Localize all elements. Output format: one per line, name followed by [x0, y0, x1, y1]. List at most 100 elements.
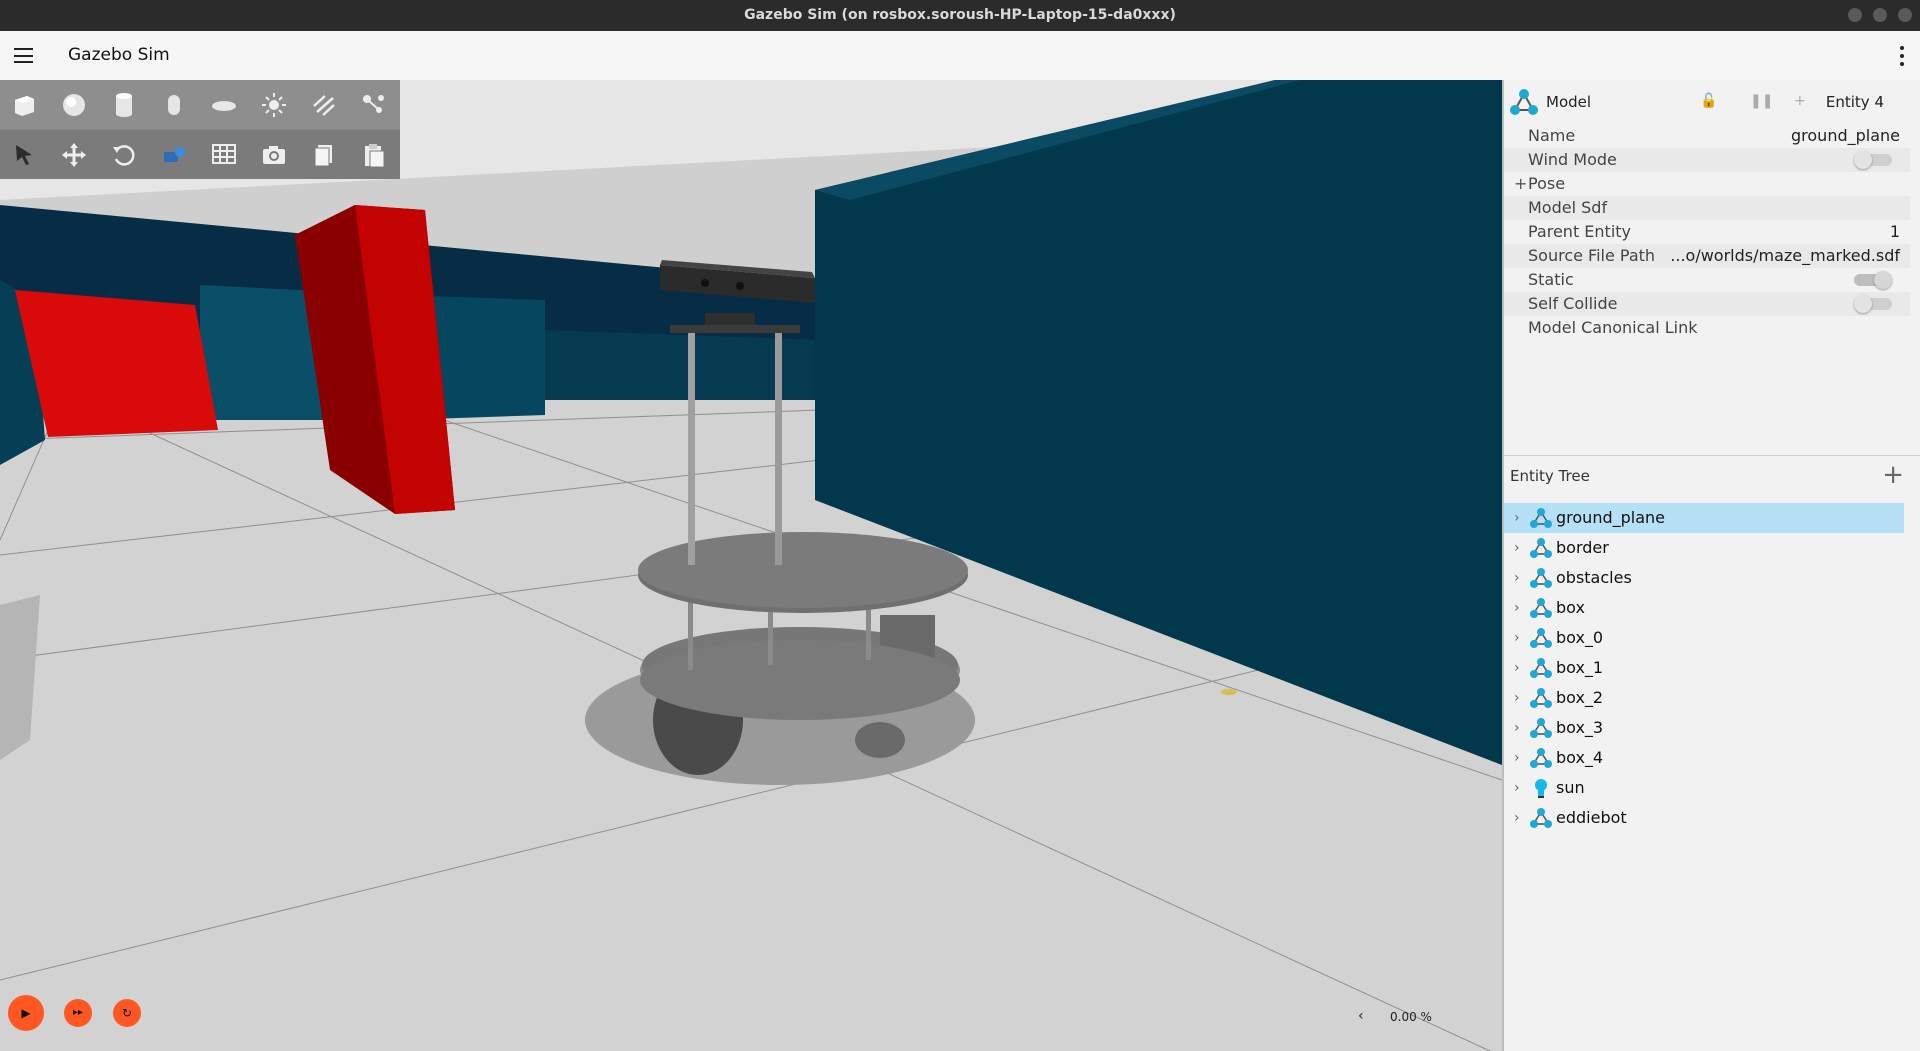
- close-button[interactable]: [1898, 8, 1912, 22]
- inspector-type-label: Model: [1546, 93, 1592, 111]
- scene-3d-viewport[interactable]: [0, 80, 1502, 1051]
- model-icon: [1530, 568, 1552, 588]
- tree-item-box-2[interactable]: › box_2: [1504, 683, 1904, 713]
- tree-item-box-0[interactable]: › box_0: [1504, 623, 1904, 653]
- sphere-icon[interactable]: [59, 90, 89, 120]
- prop-wind-mode: Wind Mode: [1504, 148, 1910, 172]
- prop-parent-entity-value: 1: [1889, 222, 1900, 241]
- maximize-button[interactable]: [1873, 8, 1887, 22]
- entity-id-label: Entity 4: [1825, 93, 1884, 111]
- scene-toolbar: [0, 80, 400, 179]
- tree-item-box-4[interactable]: › box_4: [1504, 743, 1904, 773]
- add-entity-icon[interactable]: +: [1882, 460, 1904, 490]
- transform-toolbar: [0, 130, 400, 179]
- tree-item-label: box_0: [1556, 628, 1604, 647]
- expand-chevron-icon[interactable]: ›: [1514, 713, 1520, 743]
- spot-light-icon[interactable]: [359, 90, 389, 120]
- model-icon: [1530, 538, 1552, 558]
- tree-item-label: eddiebot: [1556, 808, 1627, 827]
- prop-model-sdf: Model Sdf: [1504, 196, 1910, 220]
- pose-expand-icon[interactable]: +: [1514, 172, 1527, 196]
- model-icon: [1510, 89, 1538, 115]
- lock-icon[interactable]: 🔓: [1700, 93, 1717, 109]
- expand-chevron-icon[interactable]: ›: [1514, 593, 1520, 623]
- prop-source-file-path: Source File Path ...o/worlds/maze_marked…: [1504, 244, 1910, 268]
- tree-item-eddiebot[interactable]: › eddiebot: [1504, 803, 1904, 833]
- tree-item-box-3[interactable]: › box_3: [1504, 713, 1904, 743]
- wind-mode-toggle[interactable]: [1854, 151, 1892, 169]
- rotate-icon[interactable]: [109, 140, 139, 170]
- expand-chevron-icon[interactable]: ›: [1514, 803, 1520, 833]
- right-panel: Model 🔓 ❚❚ + Entity 4 Name ground_plane …: [1502, 80, 1920, 1051]
- sun-light-icon[interactable]: [259, 90, 289, 120]
- window-titlebar: Gazebo Sim (on rosbox.soroush-HP-Laptop-…: [0, 0, 1920, 31]
- tree-item-label: box: [1556, 598, 1585, 617]
- copy-icon[interactable]: [309, 140, 339, 170]
- prop-name-value: ground_plane: [1791, 126, 1900, 145]
- tree-item-label: ground_plane: [1556, 508, 1665, 527]
- expand-chevron-icon[interactable]: ›: [1514, 773, 1520, 803]
- model-icon: [1530, 688, 1552, 708]
- tree-item-label: sun: [1556, 778, 1585, 797]
- box-icon[interactable]: [9, 90, 39, 120]
- entity-tree-title: Entity Tree: [1510, 467, 1590, 485]
- scene-render: [0, 80, 1502, 1051]
- prop-static: Static: [1504, 268, 1910, 292]
- tree-item-label: box_4: [1556, 748, 1604, 767]
- paste-icon[interactable]: [359, 140, 389, 170]
- capsule-icon[interactable]: [159, 90, 189, 120]
- minimize-button[interactable]: [1848, 8, 1862, 22]
- tree-item-box-1[interactable]: › box_1: [1504, 653, 1904, 683]
- model-icon: [1530, 628, 1552, 648]
- play-button[interactable]: ▶: [8, 995, 44, 1031]
- expand-chevron-icon[interactable]: ›: [1514, 503, 1520, 533]
- tree-item-border[interactable]: › border: [1504, 533, 1904, 563]
- self-collide-toggle[interactable]: [1854, 295, 1892, 313]
- directional-light-icon[interactable]: [309, 90, 339, 120]
- light-bulb-icon: [1535, 779, 1547, 798]
- rtf-collapse-arrow[interactable]: ‹: [1358, 1008, 1364, 1024]
- expand-chevron-icon[interactable]: ›: [1514, 533, 1520, 563]
- model-icon: [1530, 658, 1552, 678]
- app-title: Gazebo Sim: [68, 45, 170, 65]
- component-inspector-header: Model 🔓 ❚❚ + Entity 4: [1504, 80, 1920, 124]
- translate-icon[interactable]: [59, 140, 89, 170]
- hamburger-menu-icon[interactable]: [14, 48, 33, 63]
- model-icon: [1530, 748, 1552, 768]
- expand-chevron-icon[interactable]: ›: [1514, 683, 1520, 713]
- cylinder-icon[interactable]: [109, 90, 139, 120]
- model-icon: [1530, 808, 1552, 828]
- prop-source-file-path-value: ...o/worlds/maze_marked.sdf: [1670, 246, 1900, 265]
- expand-chevron-icon[interactable]: ›: [1514, 743, 1520, 773]
- insert-shapes-toolbar: [0, 80, 400, 129]
- tree-item-ground-plane[interactable]: › ground_plane: [1504, 503, 1904, 533]
- expand-chevron-icon[interactable]: ›: [1514, 653, 1520, 683]
- tree-item-label: box_2: [1556, 688, 1604, 707]
- tree-item-label: box_3: [1556, 718, 1604, 737]
- view-angle-icon[interactable]: [159, 140, 189, 170]
- expand-chevron-icon[interactable]: ›: [1514, 623, 1520, 653]
- tree-item-box[interactable]: › box: [1504, 593, 1904, 623]
- tree-item-sun[interactable]: › sun: [1504, 773, 1904, 803]
- grid-snap-icon[interactable]: [209, 140, 239, 170]
- prop-parent-entity: Parent Entity 1: [1504, 220, 1910, 244]
- prop-name: Name ground_plane: [1504, 124, 1910, 148]
- tree-item-label: box_1: [1556, 658, 1604, 677]
- reset-button[interactable]: ↻: [113, 999, 141, 1027]
- model-icon: [1530, 598, 1552, 618]
- select-cursor-icon[interactable]: [9, 140, 39, 170]
- prop-pose[interactable]: + Pose: [1504, 172, 1910, 196]
- model-icon: [1530, 718, 1552, 738]
- static-toggle[interactable]: [1854, 271, 1892, 289]
- model-icon: [1530, 508, 1552, 528]
- expand-chevron-icon[interactable]: ›: [1514, 563, 1520, 593]
- ellipsoid-icon[interactable]: [209, 90, 239, 120]
- screenshot-camera-icon[interactable]: [259, 140, 289, 170]
- add-component-icon[interactable]: +: [1794, 93, 1806, 109]
- window-title: Gazebo Sim (on rosbox.soroush-HP-Laptop-…: [744, 7, 1176, 23]
- pause-updates-icon[interactable]: ❚❚: [1750, 93, 1773, 109]
- more-options-icon[interactable]: [1900, 46, 1904, 66]
- real-time-factor: 0.00 %: [1390, 1010, 1432, 1024]
- tree-item-obstacles[interactable]: › obstacles: [1504, 563, 1904, 593]
- step-button[interactable]: ▸▸: [64, 999, 92, 1027]
